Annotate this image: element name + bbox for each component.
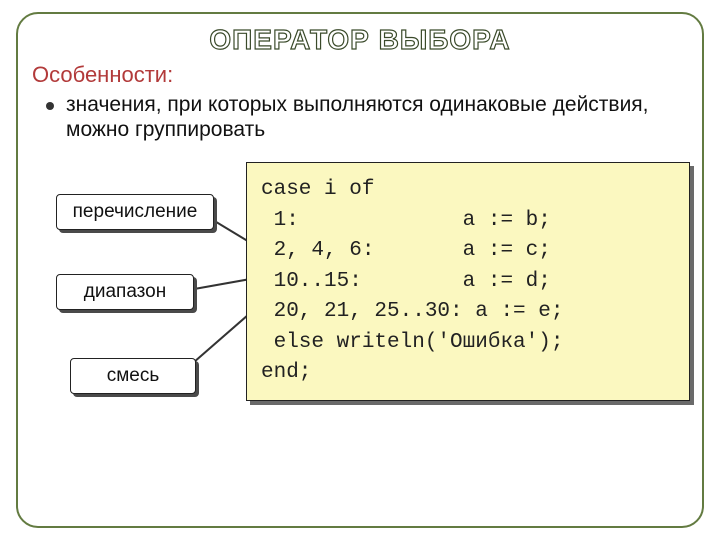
callout-enumeration: перечисление xyxy=(56,194,214,230)
callout-enumeration-label: перечисление xyxy=(73,201,198,222)
code-line-3: 2, 4, 6: a := c; xyxy=(261,239,551,262)
code-line-6: else writeln('Ошибка'); xyxy=(261,331,563,354)
code-line-7: end; xyxy=(261,361,311,384)
page-title: ОПЕРАТОР ВЫБОРА xyxy=(18,24,702,56)
bullet-text: значения, при которых выполняются одинак… xyxy=(66,92,678,142)
diagram-stage: перечисление диапазон смесь case i of 1:… xyxy=(18,156,702,476)
callout-mix: смесь xyxy=(70,358,196,394)
code-block: case i of 1: a := b; 2, 4, 6: a := c; 10… xyxy=(246,162,690,401)
callout-range: диапазон xyxy=(56,274,194,310)
code-line-1: case i of xyxy=(261,178,374,201)
code-line-2: 1: a := b; xyxy=(261,209,551,232)
slide-frame: ОПЕРАТОР ВЫБОРА Особенности: значения, п… xyxy=(16,12,704,528)
subtitle: Особенности: xyxy=(32,62,702,88)
bullet-list: значения, при которых выполняются одинак… xyxy=(46,92,702,142)
code-line-4: 10..15: a := d; xyxy=(261,270,551,293)
bullet-dot-icon xyxy=(46,102,54,110)
callout-mix-label: смесь xyxy=(107,365,160,386)
bullet-item: значения, при которых выполняются одинак… xyxy=(46,92,678,142)
code-line-5: 20, 21, 25..30: a := e; xyxy=(261,300,563,323)
callout-range-label: диапазон xyxy=(84,281,166,302)
